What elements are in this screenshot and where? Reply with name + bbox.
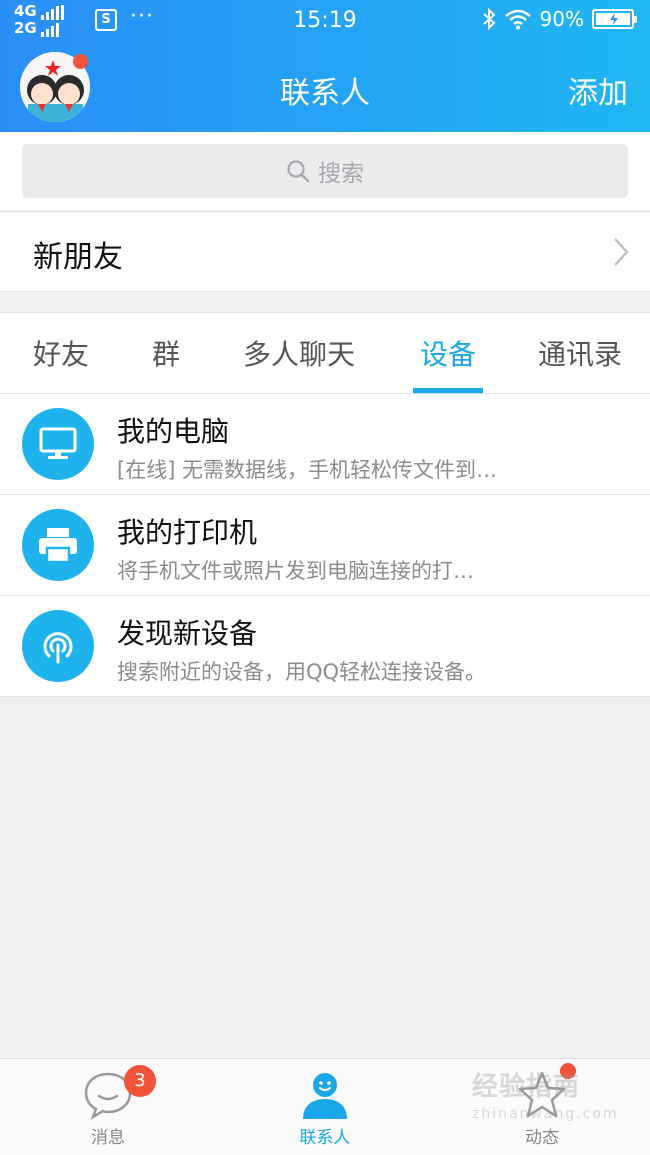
device-name: 发现新设备 [117,617,258,650]
wifi-icon [504,9,531,30]
new-friend-label: 新朋友 [33,240,123,275]
active-tab-indicator [413,388,483,393]
nav-contacts[interactable]: 联系人 [217,1059,433,1155]
contact-person-icon [303,1073,347,1119]
list-item-my-computer[interactable]: 我的电脑 [在线] 无需数据线，手机轻松传文件到… [0,394,650,495]
tab-multi-chat[interactable]: 多人聊天 [243,333,355,373]
watermark-text: 经验指南 [472,1072,581,1102]
list-item-discover-devices[interactable]: 发现新设备 搜索附近的设备，用QQ轻松连接设备。 [0,596,650,697]
search-icon [287,160,310,183]
nav-label: 消息 [91,1128,125,1148]
unread-badge: 3 [124,1065,156,1097]
top-bar: 4G 2G S ··· 15:19 90% 联系人 添加 [0,0,650,132]
tab-groups[interactable]: 群 [152,333,180,373]
battery-icon [592,9,637,29]
device-list: 我的电脑 [在线] 无需数据线，手机轻松传文件到… 我的打印机 将手机文件或照片… [0,394,650,697]
contact-tabs: 好友 群 多人聊天 设备 通讯录 [0,312,650,394]
device-name: 我的打印机 [117,516,258,549]
list-item-my-printer[interactable]: 我的打印机 将手机文件或照片发到电脑连接的打… [0,495,650,596]
battery-percent: 90% [539,7,584,31]
chevron-right-icon [614,238,629,266]
page-title: 联系人 [280,76,370,111]
app-header: 联系人 添加 [0,42,650,132]
tab-devices[interactable]: 设备 [420,333,476,373]
device-name: 我的电脑 [117,415,230,448]
nav-label: 联系人 [299,1128,351,1148]
tab-address-book[interactable]: 通讯录 [538,333,622,373]
device-description: [在线] 无需数据线，手机轻松传文件到… [117,458,498,482]
nav-messages[interactable]: 3 消息 [0,1059,216,1155]
device-description: 将手机文件或照片发到电脑连接的打… [117,559,474,583]
printer-icon [22,509,94,581]
status-right: 90% [482,7,637,31]
avatar-notification-dot [73,54,88,69]
status-bar: 4G 2G S ··· 15:19 90% [0,0,650,42]
tab-friends[interactable]: 好友 [33,333,89,373]
search-placeholder: 搜索 [318,161,364,187]
monitor-icon [22,408,94,480]
add-button[interactable]: 添加 [568,68,628,112]
radar-icon [22,610,94,682]
nav-label: 动态 [525,1128,559,1148]
bluetooth-icon [482,8,495,30]
watermark-url: zhinanwang.com [472,1106,619,1122]
device-description: 搜索附近的设备，用QQ轻松连接设备。 [117,660,487,684]
search-input[interactable]: 搜索 [22,144,628,198]
search-section: 搜索 [0,132,650,210]
new-friend-row[interactable]: 新朋友 [0,211,650,292]
